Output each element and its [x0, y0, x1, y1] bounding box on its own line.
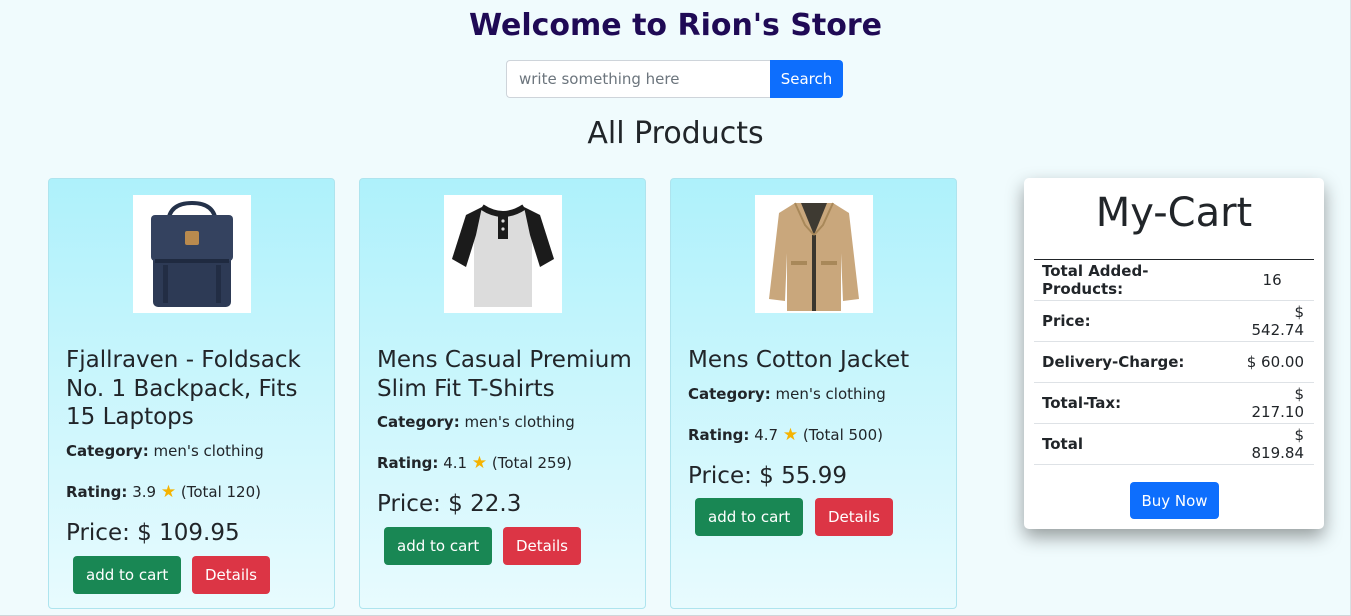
details-button[interactable]: Details — [503, 527, 582, 565]
table-row: Total Added-Products: 16 — [1034, 260, 1314, 301]
buy-now-button[interactable]: Buy Now — [1130, 482, 1219, 519]
rating-value: 4.1 — [443, 454, 468, 472]
product-rating: Rating: 4.7 ★ (Total 500) — [688, 425, 883, 445]
product-price: Price: $ 22.3 — [377, 491, 521, 517]
cart-row-value: $ 60.00 — [1230, 341, 1314, 383]
star-icon: ★ — [160, 482, 177, 502]
rating-label: Rating: — [377, 454, 439, 472]
product-category: Category: men's clothing — [377, 413, 575, 431]
cart-row-value: $ 819.84 — [1230, 423, 1314, 465]
price-prefix: Price: $ — [688, 463, 774, 489]
rating-label: Rating: — [688, 426, 750, 444]
rating-label: Rating: — [66, 483, 128, 501]
store-title: Welcome to Rion's Store — [468, 8, 883, 43]
category-value: men's clothing — [153, 442, 264, 460]
product-price: Price: $ 55.99 — [688, 463, 847, 489]
cart-row-label: Total Added-Products: — [1034, 260, 1231, 301]
cart-row-value: $ 217.10 — [1230, 382, 1314, 424]
price-prefix: Price: $ — [377, 491, 463, 517]
cart-row-label: Price: — [1034, 300, 1231, 342]
cart-panel: My-Cart Total Added-Products: 16 Price: … — [1024, 178, 1324, 529]
rating-total: (Total 500) — [802, 426, 883, 444]
category-label: Category: — [66, 442, 149, 460]
product-title: Mens Casual Premium Slim Fit T-Shirts — [377, 347, 632, 402]
details-button[interactable]: Details — [192, 556, 271, 594]
cart-row-value: $ 542.74 — [1230, 300, 1314, 342]
cart-row-value: 16 — [1230, 260, 1314, 301]
price-prefix: Price: $ — [66, 520, 152, 546]
cart-row-label: Total-Tax: — [1034, 382, 1231, 424]
category-value: men's clothing — [464, 413, 575, 431]
cart-summary-table: Total Added-Products: 16 Price: $ 542.74… — [1034, 260, 1314, 465]
search-bar: Search — [506, 60, 843, 98]
add-to-cart-button[interactable]: add to cart — [73, 556, 182, 594]
star-icon: ★ — [782, 425, 799, 445]
rating-total: (Total 120) — [180, 483, 261, 501]
product-category: Category: men's clothing — [66, 442, 264, 460]
search-button[interactable]: Search — [770, 60, 843, 98]
rating-value: 4.7 — [754, 426, 779, 444]
price-value: 22.3 — [470, 491, 522, 517]
section-title: All Products — [587, 116, 764, 151]
category-value: men's clothing — [775, 385, 886, 403]
product-price: Price: $ 109.95 — [66, 520, 240, 546]
star-icon: ★ — [471, 453, 488, 473]
cart-row-label: Total — [1034, 423, 1231, 465]
product-card: Mens Cotton Jacket Category: men's cloth… — [670, 178, 957, 609]
table-row: Price: $ 542.74 — [1034, 300, 1314, 342]
backpack-image — [133, 195, 251, 313]
category-label: Category: — [377, 413, 460, 431]
rating-value: 3.9 — [132, 483, 157, 501]
table-row: Total $ 819.84 — [1034, 423, 1314, 465]
product-card: Mens Casual Premium Slim Fit T-Shirts Ca… — [359, 178, 646, 609]
product-title: Fjallraven - Foldsack No. 1 Backpack, Fi… — [66, 347, 301, 430]
table-row: Delivery-Charge: $ 60.00 — [1034, 341, 1314, 383]
search-input[interactable] — [506, 60, 770, 98]
cart-title: My-Cart — [1095, 190, 1253, 236]
price-value: 55.99 — [781, 463, 847, 489]
cart-row-label: Delivery-Charge: — [1034, 341, 1231, 383]
product-title: Mens Cotton Jacket — [688, 347, 910, 373]
rating-total: (Total 259) — [491, 454, 572, 472]
tshirt-image — [444, 195, 562, 313]
product-rating: Rating: 3.9 ★ (Total 120) — [66, 482, 261, 502]
product-card: Fjallraven - Foldsack No. 1 Backpack, Fi… — [48, 178, 335, 609]
table-row: Total-Tax: $ 217.10 — [1034, 382, 1314, 424]
product-rating: Rating: 4.1 ★ (Total 259) — [377, 453, 572, 473]
details-button[interactable]: Details — [815, 498, 894, 536]
add-to-cart-button[interactable]: add to cart — [695, 498, 804, 536]
price-value: 109.95 — [159, 520, 240, 546]
product-category: Category: men's clothing — [688, 385, 886, 403]
add-to-cart-button[interactable]: add to cart — [384, 527, 493, 565]
jacket-image — [755, 195, 873, 313]
category-label: Category: — [688, 385, 771, 403]
